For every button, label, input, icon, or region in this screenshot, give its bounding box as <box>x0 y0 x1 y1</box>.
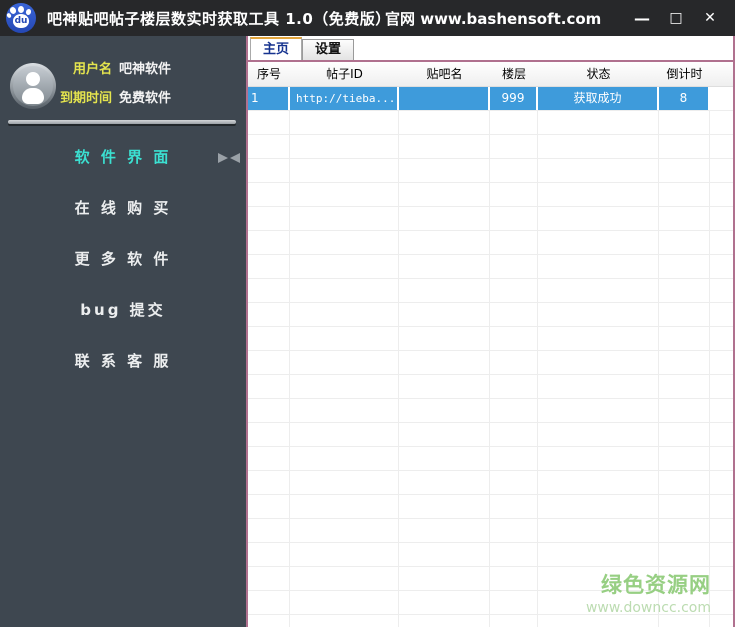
cell-filler <box>710 87 733 110</box>
table-row-empty[interactable] <box>248 615 733 627</box>
sidebar-menu: 软 件 界 面 在 线 购 买 更 多 软 件 bug 提交 联 系 客 服 <box>0 132 246 387</box>
cell-status: 获取成功 <box>538 87 659 110</box>
bowtie-pointer-icon <box>218 153 241 163</box>
username-label: 用户名 <box>72 62 112 77</box>
sidebar-divider <box>8 120 236 124</box>
tab-home[interactable]: 主页 <box>250 37 303 60</box>
menu-item-label: 软 件 界 面 <box>74 148 172 166</box>
cell-index: 1 <box>248 87 290 110</box>
table-row-empty[interactable] <box>248 255 733 279</box>
expiry-value: 免费软件 <box>119 91 172 106</box>
table-row-empty[interactable] <box>248 543 733 567</box>
column-header-countdown[interactable]: 倒计时 <box>659 62 710 86</box>
menu-item-buy-online[interactable]: 在 线 购 买 <box>0 183 246 234</box>
expiry-label: 到期时间 <box>60 91 113 106</box>
main-panel: 主页 设置 序号 帖子ID 贴吧名 楼层 状态 倒计时 1 http://tie… <box>246 36 735 627</box>
minimize-button[interactable]: — <box>625 3 659 33</box>
table-row-empty[interactable] <box>248 375 733 399</box>
table-row-empty[interactable] <box>248 471 733 495</box>
app-window: du 吧神贴吧帖子楼层数实时获取工具 1.0（免费版） 官网 www.bashe… <box>0 0 735 627</box>
table-row-empty[interactable] <box>248 303 733 327</box>
column-header-post-id[interactable]: 帖子ID <box>290 62 399 86</box>
table-row-empty[interactable] <box>248 495 733 519</box>
cell-bar-name <box>399 87 490 110</box>
table-row-empty[interactable] <box>248 207 733 231</box>
menu-item-contact-support[interactable]: 联 系 客 服 <box>0 336 246 387</box>
menu-item-software-ui[interactable]: 软 件 界 面 <box>0 132 246 183</box>
tab-bar: 主页 设置 <box>248 36 733 60</box>
sidebar: 用户名 吧神软件 到期时间 免费软件 软 件 界 面 在 线 购 买 更 多 软… <box>0 36 246 627</box>
table-row-empty[interactable] <box>248 231 733 255</box>
table-row-empty[interactable] <box>248 567 733 591</box>
app-title: 吧神贴吧帖子楼层数实时获取工具 1.0（免费版） <box>47 9 391 28</box>
user-avatar-icon[interactable] <box>10 63 56 109</box>
menu-item-label: 更 多 软 件 <box>74 250 172 268</box>
table-row-empty[interactable] <box>248 351 733 375</box>
official-site-label: 官网 www.bashensoft.com <box>385 9 602 28</box>
posts-table[interactable]: 序号 帖子ID 贴吧名 楼层 状态 倒计时 1 http://tieba....… <box>248 60 733 627</box>
menu-item-label: 在 线 购 买 <box>74 199 172 217</box>
table-row-empty[interactable] <box>248 423 733 447</box>
cell-countdown: 8 <box>659 87 710 110</box>
column-header-status[interactable]: 状态 <box>538 62 659 86</box>
table-row-empty[interactable] <box>248 399 733 423</box>
logo-du-text: du <box>14 16 28 26</box>
table-row-empty[interactable] <box>248 447 733 471</box>
column-header-bar-name[interactable]: 贴吧名 <box>399 62 490 86</box>
baidu-paw-logo-icon: du <box>5 3 36 33</box>
column-header-filler <box>710 62 733 86</box>
menu-item-label: 联 系 客 服 <box>74 352 172 370</box>
tab-settings[interactable]: 设置 <box>302 39 355 60</box>
maximize-button[interactable]: □ <box>659 3 693 33</box>
close-button[interactable]: ✕ <box>693 3 727 33</box>
menu-item-bug-report[interactable]: bug 提交 <box>0 285 246 336</box>
table-row-empty[interactable] <box>248 279 733 303</box>
table-row-empty[interactable] <box>248 135 733 159</box>
cell-floor: 999 <box>490 87 538 110</box>
user-info: 用户名 吧神软件 到期时间 免费软件 <box>60 58 240 116</box>
column-header-floor[interactable]: 楼层 <box>490 62 538 86</box>
table-row-empty[interactable] <box>248 183 733 207</box>
table-row-empty[interactable] <box>248 159 733 183</box>
table-row-empty[interactable] <box>248 519 733 543</box>
menu-item-label: bug 提交 <box>80 301 166 319</box>
cell-post-id: http://tieba.... <box>290 87 399 110</box>
table-empty-rows <box>248 111 733 627</box>
table-row-empty[interactable] <box>248 111 733 135</box>
window-controls: — □ ✕ <box>625 0 727 36</box>
menu-item-more-software[interactable]: 更 多 软 件 <box>0 234 246 285</box>
username-value: 吧神软件 <box>119 62 172 77</box>
table-row-empty[interactable] <box>248 327 733 351</box>
table-header: 序号 帖子ID 贴吧名 楼层 状态 倒计时 <box>248 62 733 87</box>
title-bar: du 吧神贴吧帖子楼层数实时获取工具 1.0（免费版） 官网 www.bashe… <box>0 0 735 36</box>
table-row-empty[interactable] <box>248 591 733 615</box>
table-row-selected[interactable]: 1 http://tieba.... 999 获取成功 8 <box>248 87 733 111</box>
column-header-index[interactable]: 序号 <box>248 62 290 86</box>
